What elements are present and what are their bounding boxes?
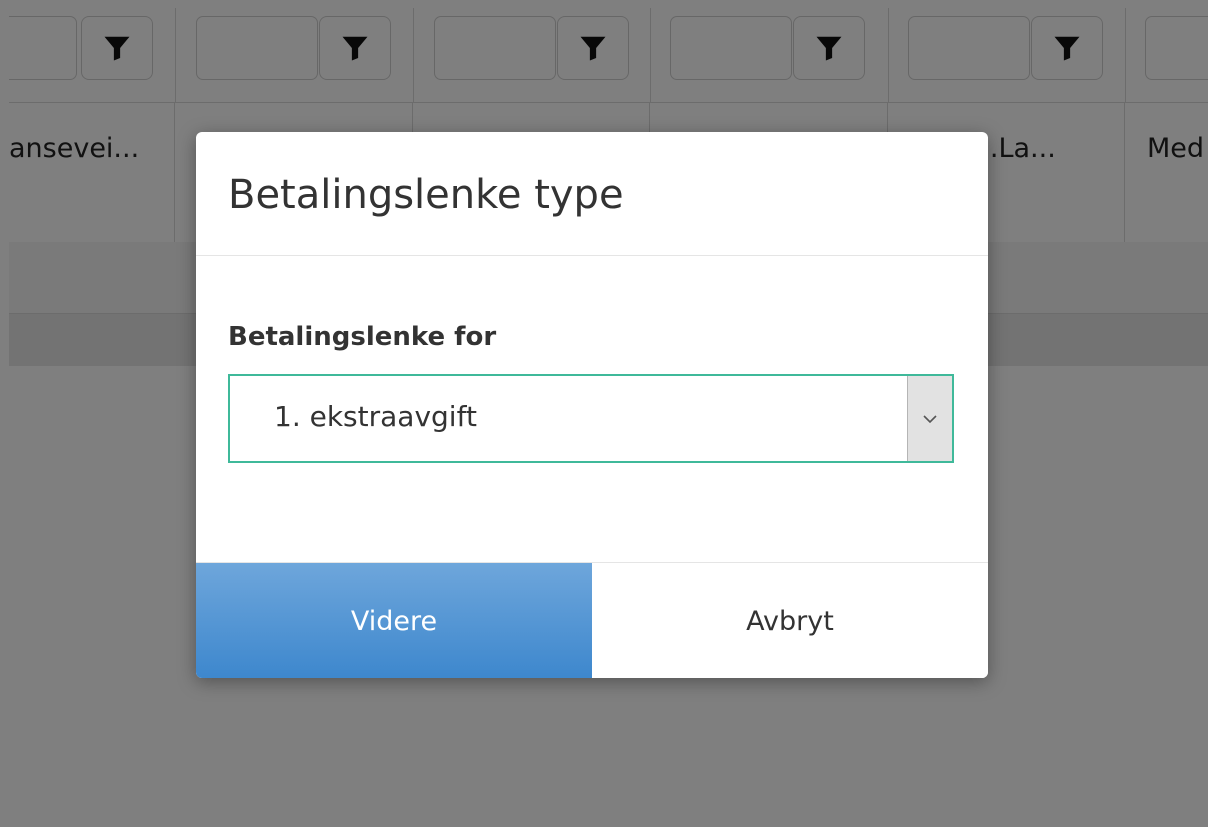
select-value: 1. ekstraavgift — [274, 400, 477, 433]
dialog-title: Betalingslenke type — [228, 172, 624, 218]
payment-link-for-label: Betalingslenke for — [228, 322, 497, 352]
select-dropdown-button[interactable] — [907, 376, 952, 461]
dialog-header: Betalingslenke type — [196, 132, 988, 256]
payment-link-for-select[interactable]: 1. ekstraavgift — [228, 374, 954, 463]
cancel-button[interactable]: Avbryt — [592, 563, 988, 678]
continue-button[interactable]: Videre — [196, 563, 592, 678]
payment-link-type-dialog: Betalingslenke type Betalingslenke for 1… — [196, 132, 988, 678]
chevron-down-icon — [923, 414, 937, 423]
dialog-footer: Videre Avbryt — [196, 562, 988, 678]
